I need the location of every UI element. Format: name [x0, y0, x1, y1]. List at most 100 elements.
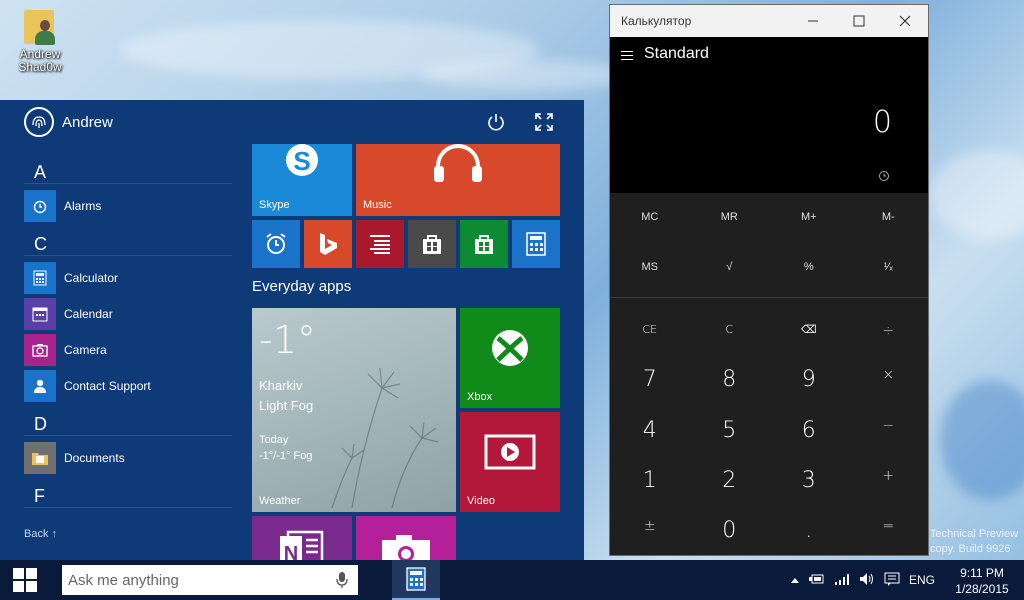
calculator-titlebar[interactable]: Калькулятор [610, 5, 928, 37]
memory-subtract-button[interactable]: M- [849, 211, 929, 223]
app-contact-support[interactable]: Contact Support [24, 370, 151, 402]
tile-weather[interactable]: -1° Kharkiv Light Fog Today -1°/-1° Fog … [252, 308, 456, 512]
tile-music[interactable]: Music [356, 144, 560, 216]
hamburger-menu-icon[interactable] [621, 51, 633, 63]
calculator-display-area: Standard 0 [610, 37, 928, 193]
history-icon[interactable] [878, 169, 890, 187]
percent-button[interactable]: % [769, 261, 849, 273]
memory-recall-button[interactable]: MR [690, 211, 770, 223]
input-language-indicator[interactable]: ENG [909, 573, 935, 587]
app-documents[interactable]: Documents [24, 442, 125, 474]
digit-2-button[interactable]: 2 [690, 468, 770, 493]
tile-store[interactable] [408, 220, 456, 268]
calculator-window: Калькулятор Standard 0 MC MR M+ M- MS √ … [609, 4, 929, 556]
app-label: Calculator [64, 271, 119, 285]
digit-9-button[interactable]: 9 [769, 367, 849, 392]
weather-today: Today [259, 434, 289, 446]
reciprocal-button[interactable]: ¹⁄ₓ [849, 261, 929, 273]
clock-date: 1/28/2015 [955, 582, 1009, 596]
tile-store-beta[interactable] [460, 220, 508, 268]
headphones-icon [356, 144, 560, 184]
desktop-icon-label: Andrew Shad0w [18, 47, 62, 74]
tile-label: Music [363, 199, 392, 211]
store-bag-icon [408, 232, 456, 256]
microphone-icon[interactable] [336, 571, 348, 593]
letter-header-c[interactable]: C [24, 234, 232, 256]
clear-entry-button[interactable]: CE [610, 323, 690, 339]
app-calculator[interactable]: Calculator [24, 262, 118, 294]
back-link[interactable]: Back ↑ [24, 528, 57, 540]
start-menu: Andrew A Alarms C Calculator Calendar Ca… [0, 100, 584, 560]
weather-condition: Light Fog [259, 398, 314, 413]
clear-button[interactable]: C [690, 323, 770, 339]
search-box[interactable]: Ask me anything [62, 565, 358, 595]
digit-1-button[interactable]: 1 [610, 468, 690, 493]
bing-icon [304, 232, 352, 256]
tile-news[interactable] [356, 220, 404, 268]
network-signal-icon[interactable] [834, 573, 850, 588]
tile-camera[interactable] [356, 516, 456, 560]
tile-xbox[interactable]: Xbox [460, 308, 560, 408]
equals-button[interactable]: = [849, 518, 929, 543]
backspace-button[interactable]: ⌫ [769, 323, 849, 339]
calculator-icon [406, 567, 426, 591]
tile-video[interactable]: Video [460, 412, 560, 512]
add-button[interactable]: + [849, 468, 929, 493]
divider [610, 297, 928, 298]
memory-store-button[interactable]: MS [610, 261, 690, 273]
app-label: Camera [64, 343, 107, 357]
letter-header-a[interactable]: A [24, 162, 232, 184]
calendar-icon [24, 298, 56, 330]
svg-text:S: S [293, 146, 310, 176]
show-hidden-icons-chevron-icon[interactable] [790, 573, 800, 587]
tile-onenote[interactable]: N [252, 516, 352, 560]
digit-6-button[interactable]: 6 [769, 418, 849, 443]
desktop-user-folder[interactable]: Andrew Shad0w [10, 6, 70, 74]
taskbar-calculator-button[interactable] [392, 560, 440, 600]
volume-icon[interactable] [859, 572, 875, 589]
digit-3-button[interactable]: 3 [769, 468, 849, 493]
search-placeholder: Ask me anything [68, 571, 179, 589]
digit-8-button[interactable]: 8 [690, 367, 770, 392]
negate-button[interactable]: ± [610, 518, 690, 543]
power-icon[interactable] [486, 112, 506, 137]
weather-range: -1°/-1° Fog [259, 450, 313, 462]
tile-label: Video [467, 495, 495, 507]
start-button[interactable] [0, 560, 50, 600]
square-root-button[interactable]: √ [690, 261, 770, 273]
multiply-button[interactable]: × [849, 367, 929, 392]
tile-alarms[interactable] [252, 220, 300, 268]
decimal-button[interactable]: . [769, 518, 849, 543]
calculator-mode-title: Standard [644, 45, 709, 62]
calculator-icon [24, 262, 56, 294]
battery-power-icon[interactable] [809, 573, 825, 588]
expand-icon[interactable] [534, 112, 554, 137]
digit-4-button[interactable]: 4 [610, 418, 690, 443]
app-camera[interactable]: Camera [24, 334, 107, 366]
user-account[interactable]: Andrew [24, 106, 113, 138]
digit-0-button[interactable]: 0 [690, 518, 770, 543]
digit-5-button[interactable]: 5 [690, 418, 770, 443]
digit-7-button[interactable]: 7 [610, 367, 690, 392]
maximize-icon[interactable] [836, 5, 882, 37]
skype-icon: S [252, 144, 352, 180]
system-clock[interactable]: 9:11 PM 1/28/2015 [952, 565, 1012, 597]
letter-header-d[interactable]: D [24, 414, 232, 436]
memory-clear-button[interactable]: MC [610, 211, 690, 223]
person-icon [24, 370, 56, 402]
action-center-icon[interactable] [884, 572, 900, 589]
tile-skype[interactable]: S Skype [252, 144, 352, 216]
subtract-button[interactable]: − [849, 418, 929, 443]
app-calendar[interactable]: Calendar [24, 298, 113, 330]
close-icon[interactable] [882, 5, 928, 37]
app-alarms[interactable]: Alarms [24, 190, 101, 222]
divide-button[interactable]: ÷ [849, 323, 929, 339]
tile-calculator[interactable] [512, 220, 560, 268]
news-icon [356, 234, 404, 254]
memory-add-button[interactable]: M+ [769, 211, 849, 223]
clock-time: 9:11 PM [960, 566, 1004, 580]
letter-header-f[interactable]: F [24, 486, 232, 508]
calculator-icon [512, 232, 560, 256]
tile-bing[interactable] [304, 220, 352, 268]
minimize-icon[interactable] [790, 5, 836, 37]
